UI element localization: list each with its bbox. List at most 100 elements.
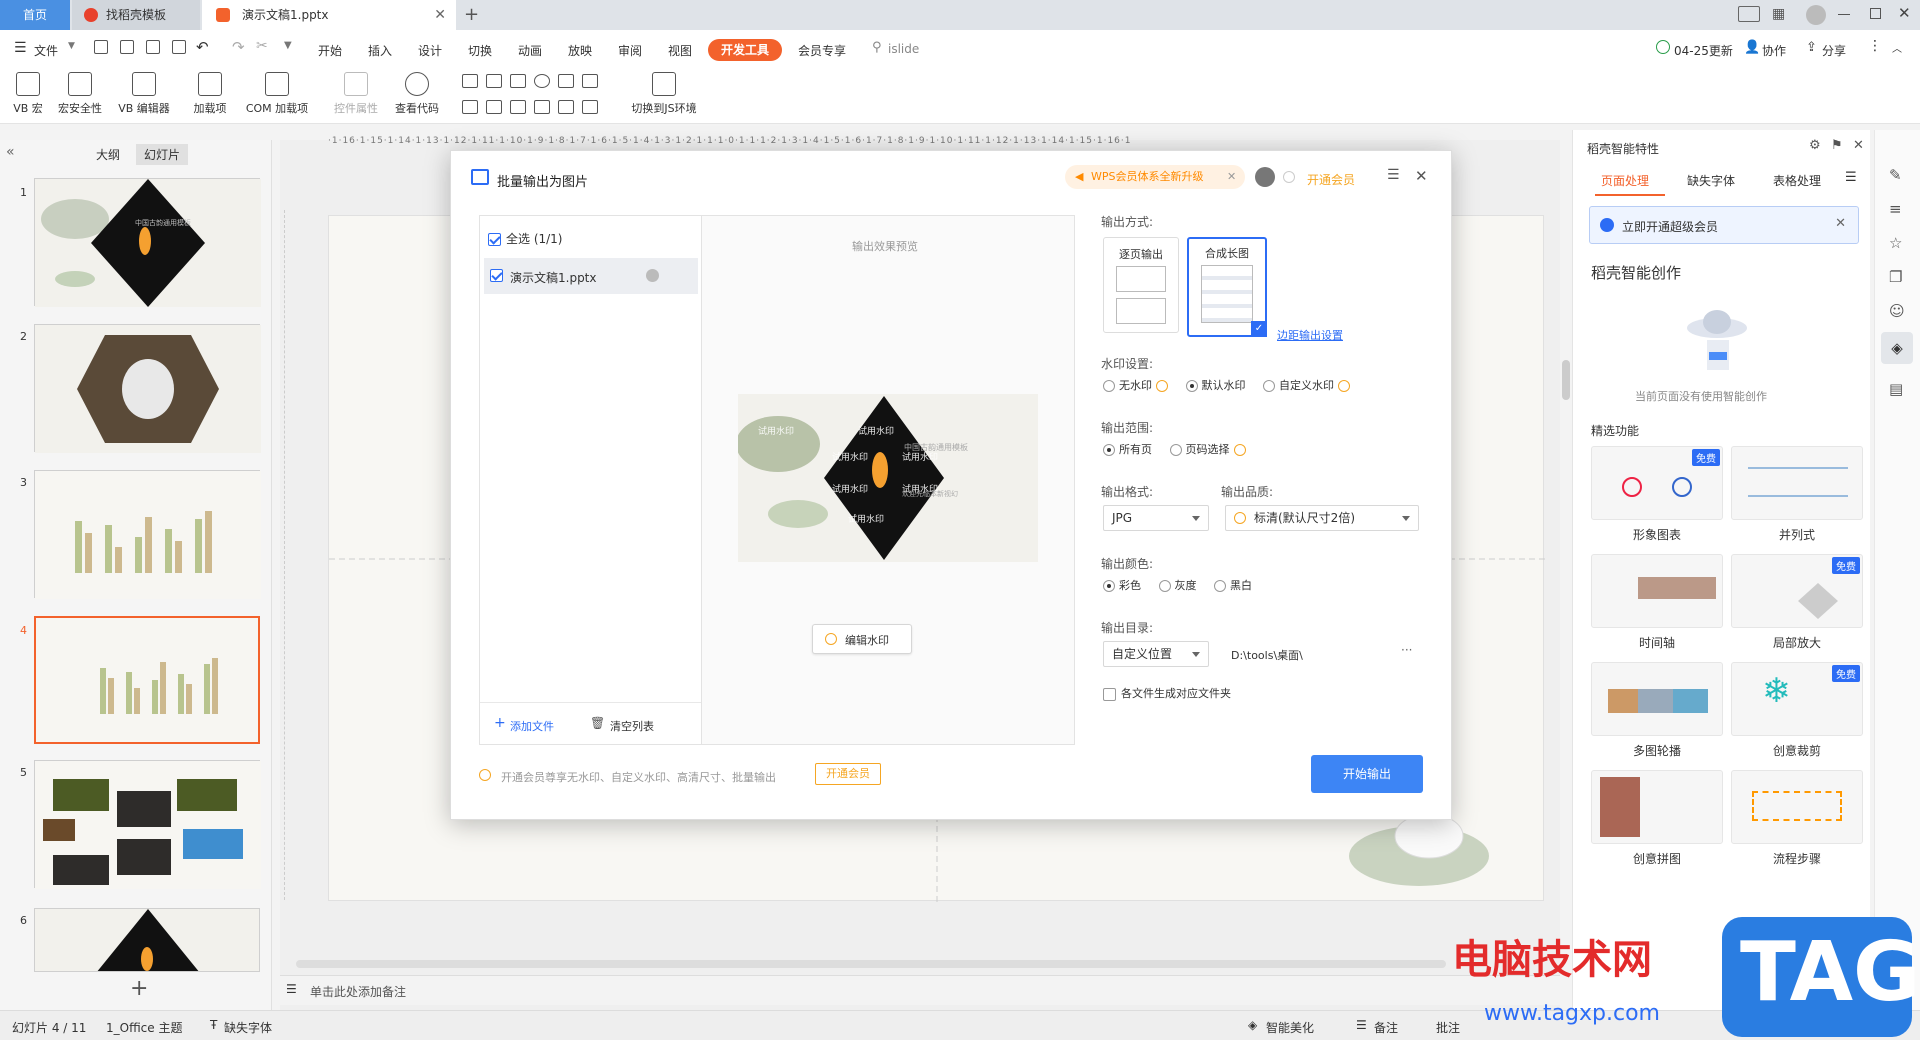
super-member-banner[interactable]: 立即开通超级会员 ✕ (1589, 206, 1859, 244)
select-all-checkbox[interactable] (488, 233, 501, 246)
frame-control-icon[interactable] (534, 100, 550, 114)
smart-active-icon[interactable]: ◈ (1881, 332, 1913, 364)
tab-outline[interactable]: 大纲 (96, 146, 120, 163)
tabs-menu-icon[interactable]: ☰ (1845, 170, 1857, 185)
color-color-label[interactable]: 彩色 (1119, 579, 1141, 592)
vb-editor-button[interactable]: VB 编辑器 (114, 72, 174, 116)
clear-list-button[interactable]: 清空列表 (610, 718, 654, 734)
banner-close-icon[interactable]: ✕ (1835, 216, 1846, 231)
view-code-button[interactable]: 查看代码 (390, 72, 444, 116)
update-status[interactable]: 04-25更新 (1674, 42, 1733, 59)
dir-path[interactable]: D:\tools\桌面\ (1231, 647, 1303, 663)
slide-thumbnail-1[interactable]: 中国古韵通用模板 (34, 178, 261, 307)
close-tab-icon[interactable]: ✕ (434, 0, 446, 30)
quality-select[interactable]: 标清(默认尺寸2倍) (1225, 505, 1419, 531)
com-addins-button[interactable]: COM 加载项 (240, 72, 314, 116)
control-properties-button[interactable]: 控件属性 (330, 72, 382, 116)
redo-icon[interactable]: ↷ (232, 38, 245, 56)
tab-page-processing[interactable]: 页面处理 (1601, 172, 1649, 189)
tab-slides[interactable]: 幻灯片 (136, 144, 189, 165)
menu-review[interactable]: 审阅 (618, 42, 642, 59)
vb-macro-button[interactable]: VB 宏 (8, 72, 48, 116)
mode-long-image[interactable]: 合成长图 ✓ (1187, 237, 1267, 337)
color-color-radio[interactable] (1103, 580, 1115, 592)
slide-thumbnail-5[interactable] (34, 760, 261, 889)
magic-icon[interactable]: ✎ (1889, 166, 1902, 184)
restore-icon[interactable] (1870, 8, 1881, 19)
margin-settings-link[interactable]: 边距输出设置 (1277, 327, 1343, 343)
collab-button[interactable]: 协作 (1762, 42, 1786, 59)
color-gray-radio[interactable] (1158, 580, 1171, 592)
spin-control-icon[interactable] (486, 100, 502, 114)
listbox-control-icon[interactable] (462, 100, 478, 114)
slide-thumbnail-4[interactable] (34, 616, 260, 744)
feature-card-parallel[interactable] (1731, 446, 1863, 520)
wm-custom-label[interactable]: 自定义水印 (1279, 379, 1334, 392)
wm-custom-radio[interactable] (1263, 380, 1275, 392)
wm-default-label[interactable]: 默认水印 (1202, 379, 1246, 392)
save-icon[interactable] (94, 40, 108, 54)
feature-card-timeline[interactable] (1591, 554, 1723, 628)
feature-card-carousel[interactable] (1591, 662, 1723, 736)
tab-document[interactable]: 演示文稿1.pptx ✕ (202, 0, 456, 30)
start-export-button[interactable]: 开始输出 (1311, 755, 1423, 793)
pin-icon[interactable]: ⚑ (1831, 138, 1843, 153)
user-avatar[interactable] (1255, 167, 1275, 187)
open-member-link[interactable]: 开通会员 (1307, 171, 1355, 188)
add-file-button[interactable]: 添加文件 (510, 718, 554, 734)
range-pages-radio[interactable] (1169, 444, 1182, 456)
dir-type-select[interactable]: 自定义位置 (1103, 641, 1209, 667)
trash-icon[interactable]: 🗑 (590, 716, 605, 730)
share-button[interactable]: 分享 (1822, 42, 1846, 59)
range-all-label[interactable]: 所有页 (1119, 443, 1152, 456)
tab-table-processing[interactable]: 表格处理 (1773, 172, 1821, 189)
panel-close-icon[interactable]: ✕ (1853, 138, 1864, 153)
share-icon[interactable]: ⇪ (1806, 40, 1817, 55)
collapse-ribbon-icon[interactable]: ︿ (1892, 40, 1902, 55)
mode-single-page[interactable]: 逐页输出 (1103, 237, 1179, 333)
star-icon[interactable]: ☆ (1889, 234, 1902, 252)
export-pdf-icon[interactable] (120, 40, 134, 54)
format-select[interactable]: JPG (1103, 505, 1209, 531)
collab-icon[interactable]: 👤 (1744, 40, 1760, 55)
edit-watermark-button[interactable]: 编辑水印 (812, 624, 912, 654)
wm-none-radio[interactable] (1103, 380, 1115, 392)
feature-card-creative-crop[interactable]: 免费 ❄ (1731, 662, 1863, 736)
theme-name[interactable]: 1_Office 主题 (106, 1019, 182, 1036)
menu-view[interactable]: 视图 (668, 42, 692, 59)
promo-close-icon[interactable]: ✕ (1227, 165, 1236, 189)
color-bw-radio[interactable] (1214, 580, 1226, 592)
menu-start[interactable]: 开始 (318, 42, 342, 59)
menu-slideshow[interactable]: 放映 (568, 42, 592, 59)
textbox-control-icon[interactable] (486, 74, 502, 88)
more-options-icon[interactable]: ⋮ (1868, 38, 1882, 54)
print-icon[interactable] (146, 40, 160, 54)
hamburger-icon[interactable]: ☰ (14, 40, 27, 56)
vertical-scrollbar[interactable] (1562, 360, 1570, 400)
print-preview-icon[interactable] (172, 40, 186, 54)
add-file-icon[interactable]: + (494, 715, 506, 731)
layout-icon[interactable] (1738, 6, 1760, 22)
file-checkbox[interactable] (490, 269, 503, 282)
select-all-row[interactable]: 全选 (1/1) (488, 230, 563, 247)
horizontal-scrollbar[interactable] (296, 960, 1446, 968)
menu-member[interactable]: 会员专享 (798, 42, 846, 59)
tab-templates[interactable]: 找稻壳模板 (72, 0, 200, 30)
scroll-control-icon[interactable] (510, 100, 526, 114)
color-bw-label[interactable]: 黑白 (1230, 579, 1252, 592)
each-folder-checkbox[interactable] (1103, 687, 1116, 701)
each-folder-option[interactable]: 各文件生成对应文件夹 (1103, 685, 1231, 701)
range-pages-label[interactable]: 页码选择 (1186, 443, 1230, 456)
missing-font-status[interactable]: 缺失字体 (224, 1019, 272, 1036)
dialog-menu-icon[interactable]: ☰ (1387, 167, 1400, 183)
smart-beautify-button[interactable]: 智能美化 (1266, 1019, 1314, 1036)
macro-security-button[interactable]: 宏安全性 (54, 72, 106, 116)
color-gray-label[interactable]: 灰度 (1175, 579, 1197, 592)
slide-thumbnail-3[interactable] (34, 470, 261, 599)
menu-insert[interactable]: 插入 (368, 42, 392, 59)
format-painter-icon[interactable]: ✂ (256, 38, 268, 54)
add-slide-button[interactable]: + (130, 976, 148, 1001)
footer-open-member-button[interactable]: 开通会员 (815, 763, 881, 785)
close-window-icon[interactable]: ✕ (1898, 4, 1911, 22)
book-icon[interactable]: ▤ (1889, 380, 1903, 398)
